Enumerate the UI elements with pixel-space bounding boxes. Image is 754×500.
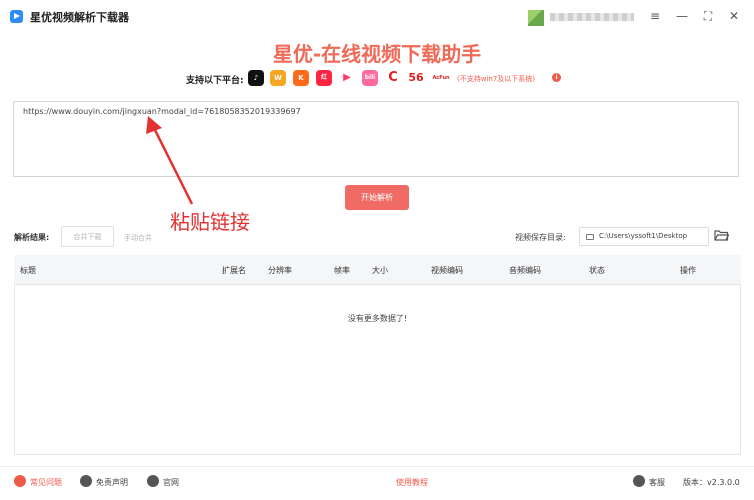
56-icon: 56	[408, 70, 424, 86]
column-audio-codec: 音频编码	[509, 266, 541, 275]
tutorial-link[interactable]: 使用教程	[396, 477, 428, 488]
column-framerate: 帧率	[334, 266, 350, 275]
support-icon	[633, 475, 645, 487]
column-status: 状态	[589, 266, 605, 275]
manual-merge-button[interactable]: 手动合并	[124, 233, 152, 243]
open-folder-icon[interactable]	[714, 229, 729, 241]
results-label: 解析结果:	[14, 233, 50, 242]
empty-state-text: 没有更多数据了!	[347, 314, 408, 323]
results-table	[14, 255, 741, 455]
support-link[interactable]: 客服	[649, 477, 665, 488]
paste-link-annotation: 粘贴链接	[170, 210, 250, 234]
save-dir-value: C:\Users\yssoft1\Desktop	[599, 232, 688, 240]
folder-mini-icon	[586, 234, 594, 240]
footer-divider	[0, 466, 754, 467]
column-video-codec: 视频编码	[431, 266, 463, 275]
merge-download-button[interactable]: 合并下载	[61, 226, 114, 247]
minimize-button[interactable]: —	[675, 9, 689, 23]
user-avatar[interactable]	[528, 10, 544, 26]
version-text: 版本：v2.3.0.0	[683, 478, 740, 487]
column-actions: 操作	[680, 266, 696, 275]
bilibili-icon: bili	[362, 70, 378, 86]
save-dir-label: 视频保存目录:	[515, 233, 566, 242]
close-button[interactable]: ✕	[727, 9, 741, 23]
weibo-icon: W	[270, 70, 286, 86]
website-icon	[147, 475, 159, 487]
menu-icon[interactable]: ≡	[648, 9, 662, 23]
start-parse-button[interactable]: 开始解析	[345, 185, 409, 210]
column-size: 大小	[372, 266, 388, 275]
column-title: 标题	[20, 266, 36, 275]
platforms-label: 支持以下平台:	[186, 76, 244, 86]
window-title: 星优视频解析下载器	[30, 11, 129, 24]
system-notice: (不支持win7及以下系统)	[457, 75, 536, 83]
acfun-icon: AcFun	[431, 70, 451, 86]
info-icon[interactable]: i	[552, 73, 561, 82]
disclaimer-link[interactable]: 免责声明	[96, 477, 128, 488]
annotation-arrow-icon	[146, 116, 194, 205]
kuaishou-icon: K	[293, 70, 309, 86]
maximize-button[interactable]: ⛶	[701, 9, 715, 23]
douyin-icon: ♪	[248, 70, 264, 86]
user-name-blurred	[550, 13, 634, 21]
page-headline: 星优-在线视频下载助手	[272, 42, 482, 66]
help-icon	[14, 475, 26, 487]
app-logo-icon	[10, 10, 23, 23]
website-link[interactable]: 官网	[163, 477, 179, 488]
haokan-icon: ▶	[339, 70, 355, 86]
xiaohongshu-icon: 红	[316, 70, 332, 86]
cctv-icon: C	[385, 70, 401, 86]
faq-link[interactable]: 常见问题	[30, 477, 62, 488]
disclaimer-icon	[80, 475, 92, 487]
column-resolution: 分辨率	[268, 266, 292, 275]
column-extension: 扩展名	[222, 266, 246, 275]
